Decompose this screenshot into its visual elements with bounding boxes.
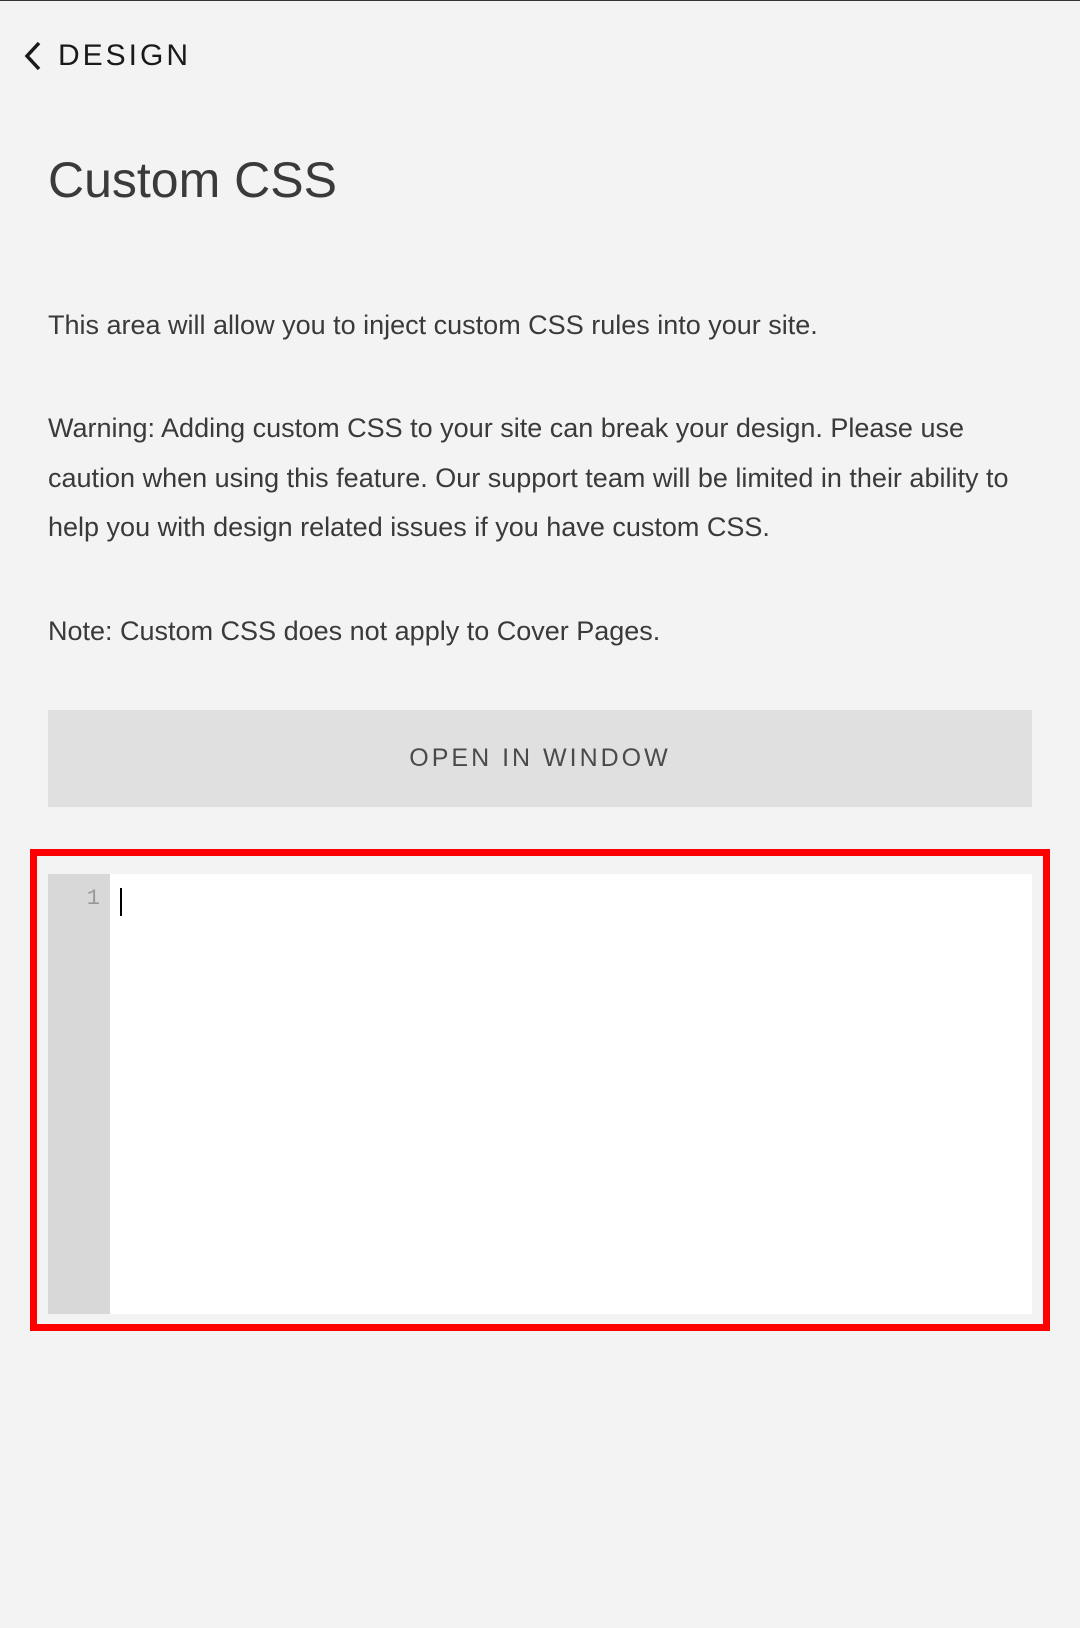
code-editor[interactable]: 1 [48,874,1032,1314]
description-text: This area will allow you to inject custo… [48,301,1032,350]
line-number: 1 [48,886,100,911]
open-in-window-button[interactable]: OPEN IN WINDOW [48,710,1032,807]
content: Custom CSS This area will allow you to i… [0,93,1080,1331]
editor-highlight-box: 1 [30,849,1050,1331]
page-title: Custom CSS [48,151,1032,209]
warning-text: Warning: Adding custom CSS to your site … [48,404,1032,554]
breadcrumb[interactable]: DESIGN [58,39,191,73]
header: DESIGN [0,1,1080,93]
line-number-gutter: 1 [48,874,110,1314]
back-button[interactable] [22,40,44,72]
chevron-left-icon [22,40,44,72]
note-text: Note: Custom CSS does not apply to Cover… [48,607,1032,656]
text-cursor [120,888,122,916]
code-input-area[interactable] [110,874,1032,1314]
